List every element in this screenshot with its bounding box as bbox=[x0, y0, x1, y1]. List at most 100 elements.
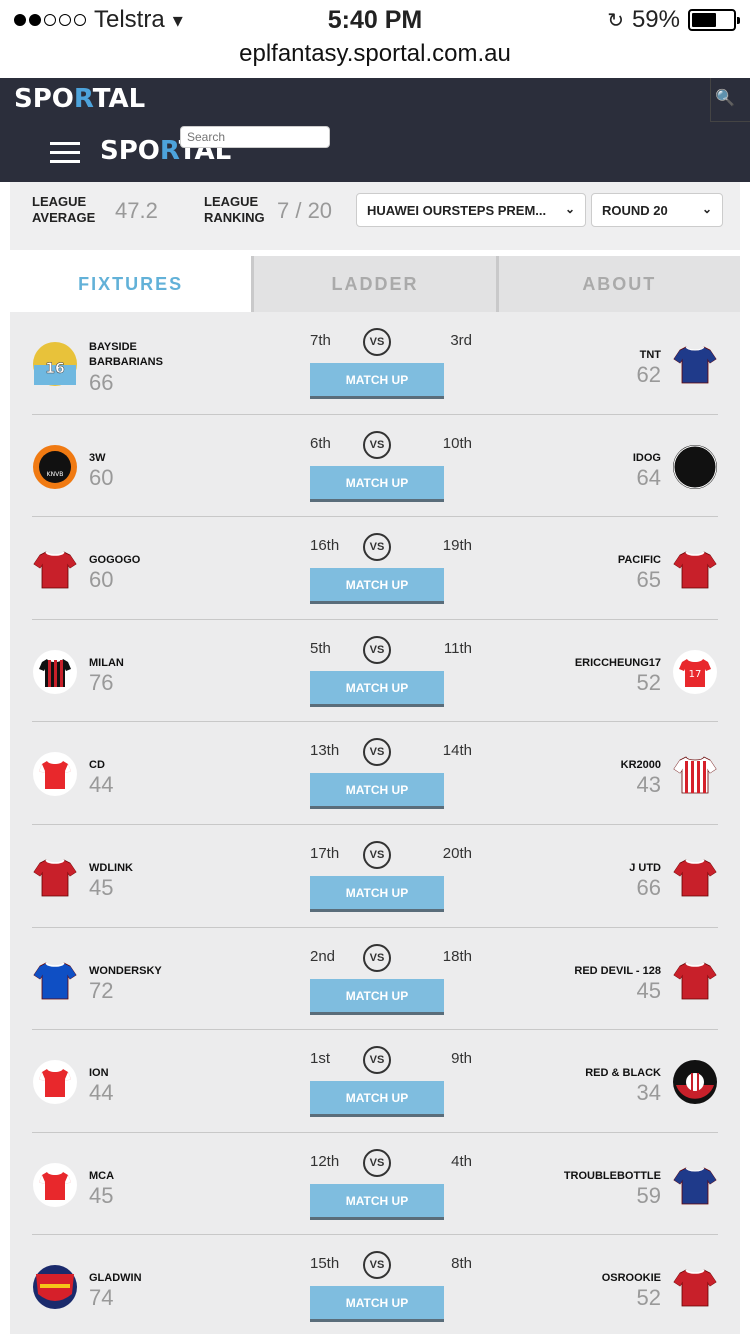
league-ranking-value: 7 / 20 bbox=[277, 198, 333, 223]
home-team-name[interactable]: 3W bbox=[89, 451, 179, 466]
search-icon[interactable]: 🔍 bbox=[710, 78, 750, 122]
home-kit-icon bbox=[32, 957, 78, 1003]
home-team-name[interactable]: WONDERSKY bbox=[89, 964, 179, 979]
sportal-logo[interactable]: SPORTAL bbox=[14, 84, 145, 114]
home-kit-icon bbox=[32, 649, 78, 695]
home-team-name[interactable]: CD bbox=[89, 758, 179, 773]
home-team-rank: 17th bbox=[310, 845, 340, 862]
away-team-name[interactable]: OSROOKIE bbox=[602, 1271, 661, 1286]
match-up-button[interactable]: MATCH UP bbox=[310, 1183, 444, 1220]
away-team-name[interactable]: PACIFIC bbox=[618, 553, 661, 568]
chevron-down-icon: ⌄ bbox=[564, 202, 575, 216]
match-up-button[interactable]: MATCH UP bbox=[310, 465, 444, 502]
svg-text:KNVB: KNVB bbox=[47, 471, 64, 478]
match-up-button[interactable]: MATCH UP bbox=[310, 773, 444, 810]
fixtures-list: 16 BAYSIDE BARBARIANS 66 7th VS 3rd MATCH UP TN… bbox=[10, 312, 740, 1334]
home-team-rank: 16th bbox=[310, 537, 340, 555]
match-up-button[interactable]: MATCH UP bbox=[310, 568, 444, 605]
home-team-score: 66 bbox=[89, 370, 114, 395]
match-up-button[interactable]: MATCH UP bbox=[310, 1286, 444, 1323]
away-team-score: 43 bbox=[636, 772, 661, 798]
home-team-name[interactable]: ION bbox=[89, 1066, 179, 1081]
fixture-row: WONDERSKY 72 2nd VS 18th MATCH UP RED DEVIL - … bbox=[32, 928, 718, 1031]
away-team-score: 52 bbox=[636, 1285, 661, 1311]
away-team-rank: 8th bbox=[451, 1255, 472, 1273]
vs-badge: VS bbox=[363, 1251, 391, 1280]
away-team-name[interactable]: RED DEVIL - 128 bbox=[574, 964, 661, 979]
away-team-score: 45 bbox=[636, 977, 661, 1003]
match-up-button[interactable]: MATCH UP bbox=[310, 978, 444, 1015]
home-team-score: 60 bbox=[89, 464, 114, 490]
home-team-name[interactable]: BAYSIDE BARBARIANS bbox=[89, 340, 179, 370]
home-team-name[interactable]: MILAN bbox=[89, 656, 179, 671]
round-select-value: ROUND 20 bbox=[602, 203, 668, 218]
fixture-row: GLADWIN 74 15th VS 8th MATCH UP OSROOKIE 52 bbox=[32, 1235, 718, 1334]
site-header: SPORTAL 🔍 SPORTAL bbox=[0, 78, 750, 182]
home-team-score: 45 bbox=[89, 1182, 114, 1208]
search-input[interactable] bbox=[180, 126, 330, 148]
away-kit-icon bbox=[672, 1264, 718, 1310]
vs-badge: VS bbox=[363, 635, 391, 664]
away-team-name[interactable]: J UTD bbox=[629, 861, 661, 876]
away-team-score: 66 bbox=[636, 875, 661, 900]
away-team-rank: 14th bbox=[442, 742, 472, 760]
svg-text:16: 16 bbox=[45, 361, 64, 377]
away-team-name[interactable]: IDOG bbox=[633, 451, 661, 466]
fixture-row: GOGOGO 60 16th VS 19th MATCH UP PACIFIC 65 bbox=[32, 517, 718, 620]
home-team-name[interactable]: WDLINK bbox=[89, 861, 179, 876]
match-up-button[interactable]: MATCH UP bbox=[310, 363, 444, 399]
away-team-rank: 10th bbox=[442, 434, 472, 452]
home-team-name[interactable]: GLADWIN bbox=[89, 1271, 179, 1286]
vs-badge: VS bbox=[363, 1046, 391, 1075]
home-team-score: 44 bbox=[89, 772, 114, 798]
away-team-score: 65 bbox=[636, 567, 661, 593]
away-team-name[interactable]: TROUBLEBOTTLE bbox=[564, 1169, 661, 1184]
match-up-button[interactable]: MATCH UP bbox=[310, 670, 444, 707]
round-select[interactable]: ROUND 20 ⌄ bbox=[591, 193, 723, 227]
tab-fixtures[interactable]: FIXTURES bbox=[10, 256, 252, 312]
away-team-name[interactable]: RED & BLACK bbox=[585, 1066, 661, 1081]
vs-badge: VS bbox=[363, 841, 391, 869]
vs-badge: VS bbox=[363, 943, 391, 972]
battery-percent: 59% bbox=[631, 6, 680, 33]
away-team-score: 59 bbox=[636, 1182, 661, 1208]
league-ranking-label: LEAGUE RANKING bbox=[204, 194, 265, 225]
menu-icon[interactable] bbox=[50, 142, 80, 166]
league-summary: LEAGUE AVERAGE 47.2 LEAGUE RANKING 7 / 2… bbox=[10, 182, 740, 250]
home-team-rank: 5th bbox=[310, 639, 331, 657]
home-team-rank: 7th bbox=[310, 332, 331, 349]
vs-badge: VS bbox=[363, 430, 391, 459]
home-team-name[interactable]: GOGOGO bbox=[89, 553, 179, 568]
home-kit-icon bbox=[32, 1264, 78, 1310]
status-bar: Telstra ▾ 5:40 PM ↻ 59% bbox=[0, 0, 750, 40]
match-up-button[interactable]: MATCH UP bbox=[310, 876, 444, 912]
home-kit-icon: KNVB bbox=[32, 444, 78, 490]
away-team-name[interactable]: ERICCHEUNG17 bbox=[575, 656, 661, 671]
home-team-score: 74 bbox=[89, 1285, 114, 1311]
home-team-score: 76 bbox=[89, 669, 114, 695]
away-team-rank: 19th bbox=[442, 537, 472, 555]
away-team-score: 64 bbox=[636, 464, 661, 490]
away-team-name[interactable]: KR2000 bbox=[621, 758, 661, 773]
home-team-score: 45 bbox=[89, 875, 114, 900]
home-kit-icon bbox=[32, 1059, 78, 1105]
away-team-score: 34 bbox=[636, 1080, 661, 1106]
away-kit-icon bbox=[672, 957, 718, 1003]
match-up-button[interactable]: MATCH UP bbox=[310, 1081, 444, 1118]
league-select[interactable]: HUAWEI OURSTEPS PREM... ⌄ bbox=[356, 193, 586, 227]
away-team-score: 52 bbox=[636, 669, 661, 695]
vs-badge: VS bbox=[363, 738, 391, 767]
url-bar[interactable]: eplfantasy.sportal.com.au bbox=[0, 40, 750, 78]
tab-ladder[interactable]: LADDER bbox=[251, 256, 496, 312]
away-team-score: 62 bbox=[636, 362, 661, 387]
home-team-score: 72 bbox=[89, 977, 114, 1003]
home-team-name[interactable]: MCA bbox=[89, 1169, 179, 1184]
away-kit-icon bbox=[672, 751, 718, 797]
tab-about[interactable]: ABOUT bbox=[495, 256, 740, 312]
home-kit-icon bbox=[32, 854, 78, 900]
away-team-name[interactable]: TNT bbox=[640, 348, 661, 363]
tab-bar: FIXTURES LADDER ABOUT bbox=[10, 256, 740, 312]
league-average-label: LEAGUE AVERAGE bbox=[32, 194, 96, 225]
home-team-rank: 15th bbox=[310, 1255, 340, 1273]
league-select-value: HUAWEI OURSTEPS PREM... bbox=[367, 203, 547, 218]
